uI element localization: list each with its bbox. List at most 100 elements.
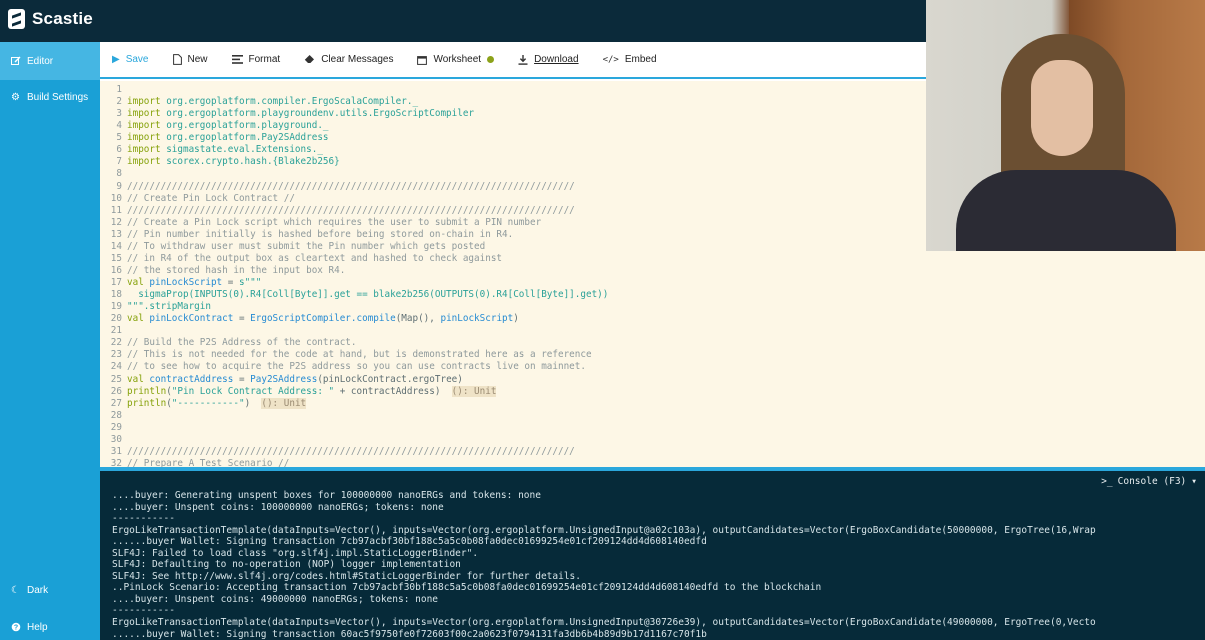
code-text: val pinLockScript = s""" (127, 277, 261, 289)
code-token: contractAddress (143, 373, 234, 385)
code-token: ////////////////////////////////////////… (127, 445, 575, 457)
play-icon: ▶ (112, 54, 120, 65)
code-line: 4 import org.ergoplatform.playground._ (106, 120, 608, 132)
webcam-video (926, 0, 1205, 251)
code-token: // Create Pin Lock Contract // (127, 192, 295, 204)
sidebar-item-dark[interactable]: ☾ Dark (0, 571, 100, 609)
line-number: 5 (116, 132, 122, 144)
line-number: 7 (116, 156, 122, 168)
code-text: ////////////////////////////////////////… (127, 181, 575, 193)
code-line: 24 // to see how to acquire the P2S addre… (106, 361, 608, 373)
line-number: 2 (116, 96, 122, 108)
code-text: // To withdraw user must submit the Pin … (127, 241, 485, 253)
new-button[interactable]: New (161, 41, 220, 78)
calendar-icon (417, 55, 428, 65)
scastie-logo[interactable]: Scastie (8, 9, 93, 29)
code-token: // in R4 of the output box as cleartext … (127, 252, 503, 264)
code-token: (): Unit (261, 397, 307, 409)
code-line: 27 println("-----------") (): Unit (106, 397, 608, 410)
line-number: 31 (110, 445, 122, 457)
code-text: import org.ergoplatform.playgroundenv.ut… (127, 108, 474, 120)
line-number: 23 (110, 349, 122, 361)
code-text: // Create Pin Lock Contract // (127, 193, 295, 205)
line-number: 16 (110, 264, 122, 276)
code-token: ErgoScriptCompiler.compile (250, 313, 396, 325)
code-token: "-----------" (171, 397, 245, 409)
editor-toolbar: ▶ Save New Format Clear Messages Workshe… (100, 42, 926, 79)
code-token: ) (513, 313, 519, 325)
eraser-icon (304, 55, 315, 64)
sidebar-item-label: Build Settings (27, 91, 89, 103)
code-token: = (222, 277, 239, 288)
format-button[interactable]: Format (220, 41, 293, 78)
app-name: Scastie (32, 9, 93, 28)
line-number: 19 (110, 301, 122, 313)
console-toggle[interactable]: >_ Console (F3) ▾ (1101, 476, 1197, 487)
code-text: sigmaProp(INPUTS(0).R4[Coll[Byte]].get =… (127, 289, 608, 301)
worksheet-status-dot (487, 56, 495, 63)
line-number: 10 (110, 192, 122, 204)
code-token: import (127, 132, 161, 144)
code-token: // Prepare A Test Scenario // (127, 457, 290, 467)
code-text: import org.ergoplatform.playground._ (127, 120, 329, 132)
line-number: 11 (110, 204, 122, 216)
sidebar-item-build-settings[interactable]: ⚙ Build Settings (0, 78, 100, 116)
sidebar-item-help[interactable]: ? Help (0, 608, 100, 640)
code-token: pinLockScript (440, 313, 514, 325)
code-text: println("Pin Lock Contract Address: " + … (127, 385, 497, 398)
console-line: ----------- (112, 605, 175, 617)
code-token: pinLockScript (143, 277, 223, 288)
svg-text:?: ? (13, 625, 17, 632)
line-number: 13 (110, 228, 122, 240)
code-token: println (127, 397, 167, 409)
line-number: 26 (110, 385, 122, 397)
code-line: 2 import org.ergoplatform.compiler.ErgoSc… (106, 96, 608, 108)
line-number: 4 (116, 120, 122, 132)
code-line: 20 val pinLockContract = ErgoScriptCompil… (106, 313, 608, 325)
sidebar-item-label: Dark (27, 584, 49, 596)
code-token: // Build the P2S Address of the contract… (127, 337, 357, 349)
code-line: 29 (106, 422, 608, 434)
download-icon (518, 54, 528, 65)
sidebar-item-editor[interactable]: Editor (0, 42, 100, 80)
download-button[interactable]: Download (506, 41, 590, 78)
code-line: 12 // Create a Pin Lock script which requ… (106, 217, 608, 229)
line-number: 22 (110, 337, 122, 349)
code-line: 9 ///////////////////////////////////////… (106, 181, 608, 193)
code-lines: 1 2 import org.ergoplatform.compiler.ErgoS… (106, 84, 609, 467)
code-icon: </> (602, 54, 619, 65)
line-number: 17 (110, 277, 122, 288)
code-token: (pinLockContract.ergoTree) (317, 373, 463, 385)
save-button[interactable]: ▶ Save (100, 41, 161, 78)
console-line: ......buyer Wallet: Signing transaction … (112, 536, 707, 548)
scastie-logo-icon (8, 9, 25, 29)
code-token: = (233, 373, 251, 385)
embed-button[interactable]: </> Embed (591, 41, 669, 78)
code-line: 21 (106, 325, 608, 337)
code-line: 31 //////////////////////////////////////… (106, 446, 608, 458)
code-token: val (127, 313, 144, 325)
code-text: import sigmastate.eval.Extensions._ (127, 144, 323, 156)
code-text: // in R4 of the output box as cleartext … (127, 253, 502, 265)
code-token: val (127, 373, 144, 385)
code-line: 6 import sigmastate.eval.Extensions._ (106, 144, 608, 156)
console-line: ....buyer: Unspent coins: 100000000 nano… (112, 501, 444, 513)
clear-messages-button[interactable]: Clear Messages (292, 41, 405, 78)
console-line: SLF4J: Failed to load class "org.slf4j.i… (112, 547, 479, 559)
worksheet-toggle[interactable]: Worksheet (405, 41, 506, 78)
code-line: 11 //////////////////////////////////////… (106, 205, 608, 217)
console-line: SLF4J: Defaulting to no-operation (NOP) … (112, 559, 461, 571)
code-line: 8 (106, 168, 608, 180)
code-line: 13 // Pin number initially is hashed befo… (106, 229, 608, 241)
help-icon: ? (10, 622, 21, 633)
code-line: 5 import org.ergoplatform.Pay2SAddress (106, 132, 608, 144)
line-number: 20 (110, 313, 122, 325)
line-number: 3 (116, 108, 122, 120)
code-line: 14 // To withdraw user must submit the Pi… (106, 241, 608, 253)
code-token: // This is not needed for the code at ha… (127, 349, 592, 361)
code-line: 19 """.stripMargin (106, 301, 608, 313)
console-line: ......buyer Wallet: Signing transaction … (112, 628, 707, 640)
code-text: // the stored hash in the input box R4. (127, 265, 345, 277)
code-token: ) (244, 397, 262, 409)
code-token: import (127, 144, 161, 156)
